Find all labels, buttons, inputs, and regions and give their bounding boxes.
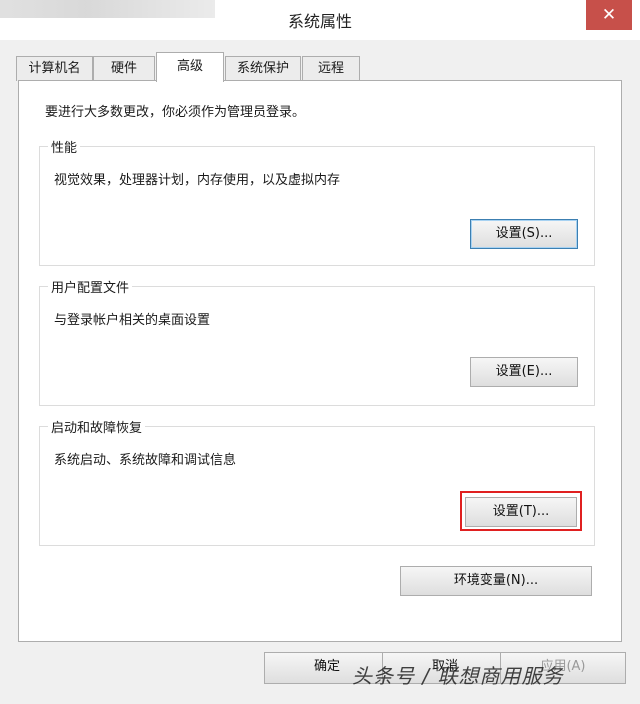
- startup-recovery-group-title: 启动和故障恢复: [48, 417, 146, 436]
- title-bar[interactable]: 系统属性 ✕: [0, 0, 640, 40]
- environment-variables-button[interactable]: 环境变量(N)...: [400, 566, 592, 596]
- system-properties-window: 系统属性 ✕ 计算机名 硬件 高级 系统保护 远程 要进行大多数更改，你必须作为…: [0, 0, 640, 704]
- user-profiles-group: 用户配置文件 与登录帐户相关的桌面设置 设置(E)...: [39, 277, 595, 406]
- watermark-text: 头条号 / 联想商用服务: [352, 664, 564, 688]
- tab-remote[interactable]: 远程: [302, 56, 360, 81]
- tab-advanced[interactable]: 高级: [156, 52, 224, 82]
- performance-group: 性能 视觉效果，处理器计划，内存使用，以及虚拟内存 设置(S)...: [39, 137, 595, 266]
- tab-system-protection[interactable]: 系统保护: [225, 56, 301, 81]
- user-profiles-group-title: 用户配置文件: [48, 277, 133, 296]
- performance-group-title: 性能: [48, 137, 81, 156]
- highlight-box: [460, 491, 582, 531]
- tab-computer-name[interactable]: 计算机名: [16, 56, 93, 81]
- user-profiles-settings-button[interactable]: 设置(E)...: [470, 357, 578, 387]
- tab-hardware[interactable]: 硬件: [93, 56, 155, 81]
- window-title: 系统属性: [287, 12, 352, 31]
- admin-notice: 要进行大多数更改，你必须作为管理员登录。: [45, 105, 306, 120]
- performance-description: 视觉效果，处理器计划，内存使用，以及虚拟内存: [54, 173, 341, 188]
- performance-settings-button[interactable]: 设置(S)...: [470, 219, 578, 249]
- startup-recovery-description: 系统启动、系统故障和调试信息: [54, 453, 237, 468]
- close-button[interactable]: ✕: [586, 0, 632, 30]
- startup-recovery-group: 启动和故障恢复 系统启动、系统故障和调试信息 设置(T)...: [39, 417, 595, 546]
- user-profiles-description: 与登录帐户相关的桌面设置: [54, 313, 211, 328]
- advanced-tab-panel: 要进行大多数更改，你必须作为管理员登录。 性能 视觉效果，处理器计划，内存使用，…: [18, 80, 622, 642]
